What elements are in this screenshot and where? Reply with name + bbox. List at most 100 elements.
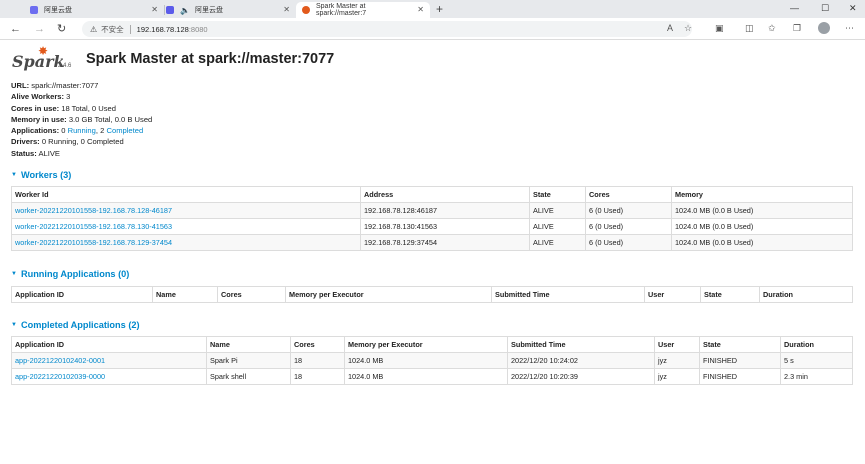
tab-label: 阿里云盘: [194, 7, 223, 14]
url-divider: [129, 24, 131, 34]
table-cell: 1024.0 MB (0.0 B Used): [671, 218, 853, 235]
profile-avatar[interactable]: [818, 22, 830, 34]
table-cell: 5 s: [780, 352, 853, 369]
address-bar-row: ← → ↻ ⚠ 不安全 192.168.78.128 :8080 A ☆ ▣ ◫…: [0, 18, 865, 40]
table-cell: 1024.0 MB: [344, 352, 508, 369]
column-header[interactable]: Address: [360, 186, 530, 203]
column-header[interactable]: Duration: [780, 336, 853, 353]
page-title: Spark Master at spark://master:7077: [86, 51, 335, 67]
url-bar[interactable]: ⚠ 不安全 192.168.78.128 :8080: [82, 21, 692, 37]
table-row: app-20221220102402-0001 Spark Pi 18 1024…: [11, 352, 853, 369]
forward-button[interactable]: →: [34, 22, 45, 36]
column-header[interactable]: User: [644, 286, 701, 303]
running-apps-link[interactable]: Running: [68, 126, 96, 135]
close-tab-icon[interactable]: ✕: [151, 5, 158, 14]
favorite-star-icon[interactable]: ☆: [684, 22, 692, 34]
column-header[interactable]: Memory per Executor: [285, 286, 492, 303]
table-row: app-20221220102039-0000 Spark shell 18 1…: [11, 368, 853, 385]
table-cell: 2022/12/20 10:20:39: [507, 368, 655, 385]
extensions-icon[interactable]: ▣: [715, 22, 724, 34]
running-apps-section-toggle[interactable]: ▼ Running Applications (0): [11, 269, 129, 279]
worker-link[interactable]: worker-20221220101558-192.168.78.128-461…: [15, 206, 172, 215]
read-aloud-icon[interactable]: A: [667, 22, 673, 34]
column-header[interactable]: User: [654, 336, 700, 353]
column-header[interactable]: Worker Id: [11, 186, 361, 203]
table-cell: 6 (0 Used): [585, 218, 672, 235]
tab-label: Spark Master at spark://master:7: [316, 3, 367, 17]
more-menu-icon[interactable]: ⋯: [845, 22, 854, 34]
url-host: 192.168.78.128: [136, 24, 189, 34]
browser-tab-bar: 阿里云盘 ✕ 🔈 阿里云盘 ✕ Spark Master at spark://…: [0, 0, 865, 18]
table-cell: FINISHED: [699, 368, 781, 385]
minimize-button[interactable]: —: [790, 2, 799, 14]
app-link[interactable]: app-20221220102402-0001: [15, 356, 105, 365]
spark-tab-icon: [302, 6, 310, 14]
warning-icon[interactable]: ⚠: [90, 25, 97, 34]
speaker-icon[interactable]: 🔈: [180, 6, 190, 15]
table-cell: 6 (0 Used): [585, 234, 672, 251]
column-header[interactable]: Memory: [671, 186, 853, 203]
summary-workers: Alive Workers: 3: [11, 92, 71, 102]
workers-section-toggle[interactable]: ▼ Workers (3): [11, 170, 71, 180]
close-window-button[interactable]: ✕: [849, 2, 857, 14]
close-tab-icon[interactable]: ✕: [417, 5, 424, 14]
completed-apps-section-toggle[interactable]: ▼ Completed Applications (2): [11, 320, 140, 330]
favorites-icon[interactable]: ✩: [768, 22, 776, 34]
summary-applications: Applications: 0 Running, 2 Completed: [11, 126, 144, 136]
table-cell: 1024.0 MB: [344, 368, 508, 385]
refresh-button[interactable]: ↻: [57, 22, 66, 36]
collections-icon[interactable]: ❐: [793, 22, 801, 34]
aliyun-drive-icon: [166, 6, 174, 14]
column-header[interactable]: Name: [206, 336, 291, 353]
table-cell: 18: [290, 368, 345, 385]
tab-label: 阿里云盘: [44, 7, 72, 14]
table-cell: 1024.0 MB (0.0 B Used): [671, 234, 853, 251]
app-link[interactable]: app-20221220102039-0000: [15, 372, 105, 381]
aliyun-drive-icon: [30, 6, 38, 14]
column-header[interactable]: Application ID: [11, 336, 207, 353]
column-header[interactable]: Cores: [585, 186, 672, 203]
close-tab-icon[interactable]: ✕: [283, 5, 290, 14]
running-apps-heading: Running Applications (0): [20, 269, 130, 279]
browser-tab-aliyun-1[interactable]: 阿里云盘 ✕: [24, 2, 165, 18]
collapse-arrow-icon: ▼: [11, 172, 17, 178]
table-cell: Spark shell: [206, 368, 291, 385]
column-header[interactable]: Application ID: [11, 286, 153, 303]
column-header[interactable]: Submitted Time: [507, 336, 655, 353]
running-apps-table: Application ID Name Cores Memory per Exe…: [11, 286, 853, 303]
table-cell: ALIVE: [529, 202, 586, 219]
cluster-summary: URL: spark://master:7077 Alive Workers: …: [11, 80, 152, 159]
table-row: worker-20221220101558-192.168.78.128-461…: [11, 202, 853, 219]
worker-link[interactable]: worker-20221220101558-192.168.78.130-415…: [15, 222, 172, 231]
spark-star-icon: ✸: [38, 44, 49, 58]
column-header[interactable]: Name: [152, 286, 218, 303]
table-cell: ALIVE: [529, 234, 586, 251]
completed-apps-link[interactable]: Completed: [106, 126, 143, 135]
table-row: worker-20221220101558-192.168.78.130-415…: [11, 218, 853, 235]
workers-heading: Workers (3): [20, 170, 72, 180]
table-cell: jyz: [654, 352, 700, 369]
column-header[interactable]: State: [699, 336, 781, 353]
summary-memory: Memory in use: 3.0 GB Total, 0.0 B Used: [11, 114, 153, 124]
column-header[interactable]: Duration: [759, 286, 853, 303]
column-header[interactable]: State: [700, 286, 760, 303]
column-header[interactable]: Memory per Executor: [344, 336, 508, 353]
table-cell: 1024.0 MB (0.0 B Used): [671, 202, 853, 219]
summary-cores: Cores in use: 18 Total, 0 Used: [11, 103, 116, 113]
column-header[interactable]: Cores: [290, 336, 345, 353]
browser-tab-aliyun-2[interactable]: 🔈 阿里云盘 ✕: [160, 2, 296, 18]
column-header[interactable]: Submitted Time: [491, 286, 645, 303]
column-header[interactable]: State: [529, 186, 586, 203]
back-button[interactable]: ←: [10, 22, 21, 36]
browser-tab-spark[interactable]: Spark Master at spark://master:7 ✕: [296, 2, 430, 18]
spark-version: 2.4.6: [58, 63, 72, 69]
table-cell: jyz: [654, 368, 700, 385]
split-screen-icon[interactable]: ◫: [745, 22, 754, 34]
maximize-button[interactable]: ☐: [821, 2, 829, 14]
new-tab-button[interactable]: +: [436, 2, 443, 16]
table-cell: 192.168.78.129:37454: [360, 234, 530, 251]
worker-link[interactable]: worker-20221220101558-192.168.78.129-374…: [15, 238, 172, 247]
summary-status: Status: ALIVE: [11, 148, 60, 158]
column-header[interactable]: Cores: [217, 286, 286, 303]
table-cell: 192.168.78.128:46187: [360, 202, 530, 219]
